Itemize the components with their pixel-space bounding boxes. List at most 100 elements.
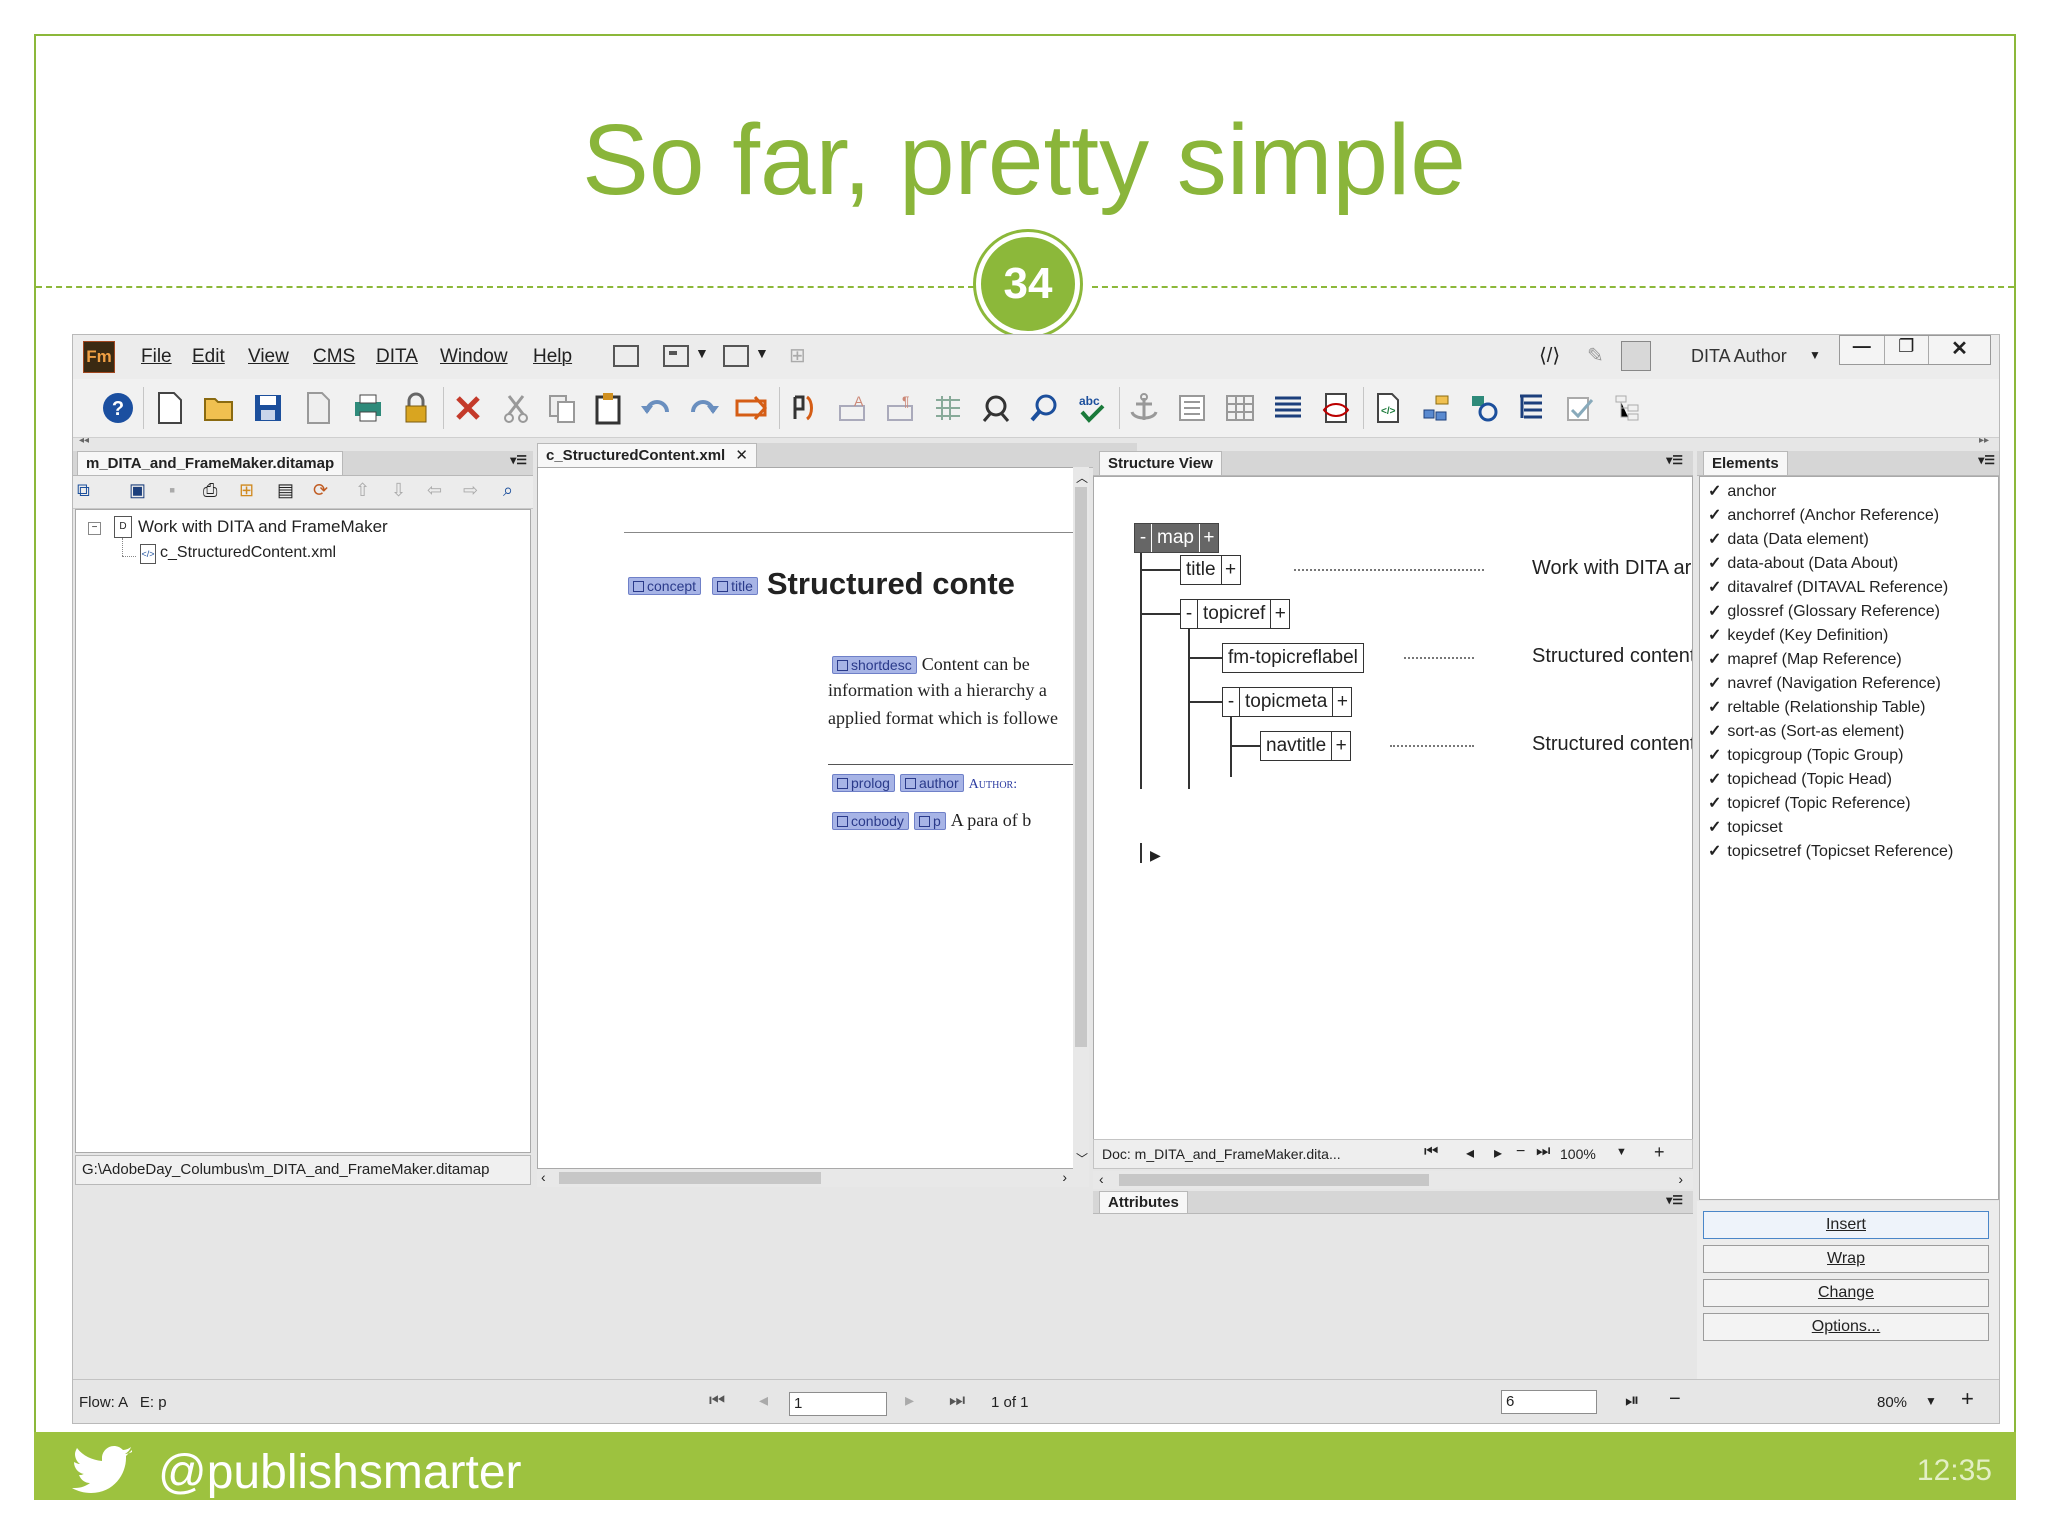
title-tag[interactable]: title [712, 577, 758, 595]
move-icon[interactable] [733, 389, 771, 427]
expand-icon[interactable]: + [1270, 600, 1289, 628]
menu-help[interactable]: Help [533, 346, 572, 368]
close-icon[interactable]: ✕ [735, 447, 748, 464]
screen-mode-icon[interactable] [723, 345, 749, 367]
options-button[interactable]: Options... [1703, 1313, 1989, 1341]
print-icon[interactable] [349, 389, 387, 427]
map-icon[interactable] [1417, 389, 1455, 427]
next-node-icon[interactable]: ▸ [1494, 1143, 1502, 1163]
tab-structure-view[interactable]: Structure View [1099, 451, 1222, 475]
element-item[interactable]: ✓ sort-as (Sort-as element) [1708, 721, 1904, 741]
para-format-icon[interactable]: ¶ [881, 389, 919, 427]
lock-icon[interactable] [397, 389, 435, 427]
tab-ditamap[interactable]: m_DITA_and_FrameMaker.ditamap [77, 451, 344, 475]
align-icon[interactable] [1269, 389, 1307, 427]
undo-icon[interactable] [637, 389, 675, 427]
collapse-icon[interactable]: - [1135, 524, 1152, 552]
char-format-icon[interactable]: A [833, 389, 871, 427]
xml-view-icon[interactable]: </> [1369, 389, 1407, 427]
tab-structured-content[interactable]: c_StructuredContent.xml ✕ [537, 443, 757, 467]
export-icon[interactable] [299, 389, 337, 427]
new-topic-icon[interactable]: ▤ [277, 480, 294, 501]
shortdesc-text-1[interactable]: Content can be [922, 654, 1030, 674]
horizontal-scroll-thumb[interactable] [559, 1172, 821, 1184]
pencil-icon[interactable]: ✎ [1587, 343, 1604, 368]
element-item[interactable]: ✓ data (Data element) [1708, 529, 1869, 549]
menu-window[interactable]: Window [440, 346, 508, 368]
element-item[interactable]: ✓ reltable (Relationship Table) [1708, 697, 1925, 717]
redo-icon[interactable] [685, 389, 723, 427]
last-page-icon[interactable]: ⏭ [949, 1390, 965, 1411]
prolog-tag[interactable]: prolog [832, 774, 895, 792]
conbody-tag[interactable]: conbody [832, 812, 909, 830]
element-item[interactable]: ✓ keydef (Key Definition) [1708, 625, 1888, 645]
p-tag[interactable]: p [913, 812, 946, 830]
table-insert-icon[interactable] [929, 389, 967, 427]
panel-menu-icon[interactable]: ▾☰ [1666, 453, 1683, 467]
move-right-icon[interactable]: ⇨ [463, 480, 478, 501]
document-heading[interactable]: Structured conte [767, 566, 1015, 601]
collapse-icon[interactable]: - [1223, 688, 1240, 716]
change-button[interactable]: Change [1703, 1279, 1989, 1307]
node-topicmeta[interactable]: - topicmeta + [1222, 687, 1353, 717]
zoom-out-icon[interactable]: − [1669, 1388, 1681, 1411]
tab-elements[interactable]: Elements [1703, 451, 1788, 475]
scroll-down-icon[interactable]: ﹀ [1076, 1150, 1088, 1167]
insert-button[interactable]: Insert [1703, 1211, 1989, 1239]
move-left-icon[interactable]: ⇦ [427, 480, 442, 501]
xml-code-icon[interactable]: ⟨/⟩ [1539, 343, 1560, 368]
scroll-right-icon[interactable]: › [1062, 1169, 1067, 1185]
document-view-icon[interactable] [1621, 341, 1651, 371]
panel-menu-icon[interactable]: ▾☰ [1978, 453, 1995, 467]
navtitle-text[interactable]: Structured content [1532, 733, 1692, 756]
node-topicref[interactable]: - topicref + [1180, 599, 1291, 629]
find-icon[interactable] [977, 389, 1015, 427]
element-item[interactable]: ✓ topicset [1708, 817, 1783, 837]
expand-icon[interactable]: + [1331, 732, 1350, 760]
element-item[interactable]: ✓ mapref (Map Reference) [1708, 649, 1902, 669]
delete-icon[interactable] [449, 389, 487, 427]
panel-menu-icon[interactable]: ▾☰ [510, 453, 527, 467]
element-item[interactable]: ✓ data-about (Data About) [1708, 553, 1898, 573]
horizontal-scroll-thumb[interactable] [1119, 1174, 1429, 1186]
structure-icon[interactable] [1513, 389, 1551, 427]
workspace-selector[interactable]: DITA Author [1691, 346, 1787, 367]
help-icon[interactable]: ? [99, 389, 137, 427]
zoom-find-icon[interactable] [1025, 389, 1063, 427]
collapse-icon[interactable]: − [88, 522, 101, 535]
element-item[interactable]: ✓ ditavalref (DITAVAL Reference) [1708, 577, 1948, 597]
menu-edit[interactable]: Edit [192, 346, 225, 368]
copy-icon[interactable] [543, 389, 581, 427]
concept-tag[interactable]: concept [628, 577, 702, 595]
minimize-icon[interactable]: — [1840, 336, 1884, 364]
author-value[interactable]: Author: [969, 777, 1017, 792]
label-text[interactable]: Structured content [1532, 645, 1692, 668]
cut-icon[interactable] [497, 389, 535, 427]
close-icon[interactable]: ✕ [1928, 336, 1990, 364]
pdf-icon[interactable] [1317, 389, 1355, 427]
move-up-icon[interactable]: ⇧ [355, 480, 370, 501]
spell-icon[interactable] [785, 389, 823, 427]
zoom-in-icon[interactable]: + [1961, 1386, 1974, 1412]
collapse-left-icon[interactable]: ◂◂ [79, 435, 89, 446]
element-item[interactable]: ✓ anchor [1708, 481, 1776, 501]
first-page-icon[interactable]: ⏮ [709, 1390, 725, 1411]
workspace-layout-icon[interactable] [663, 345, 689, 367]
element-item[interactable]: ✓ topicsetref (Topicset Reference) [1708, 841, 1953, 861]
collapse-right-icon[interactable]: ▸▸ [1979, 435, 1989, 446]
element-item[interactable]: ✓ glossref (Glossary Reference) [1708, 601, 1940, 621]
go-to-page-icon[interactable]: ⏯ [1625, 1390, 1639, 1411]
element-item[interactable]: ✓ topichead (Topic Head) [1708, 769, 1892, 789]
last-node-icon[interactable]: ⏭ [1536, 1143, 1550, 1161]
structure-horizontal-scrollbar[interactable]: ‹ › [1093, 1171, 1693, 1189]
document-vertical-scrollbar[interactable]: ︿ ﹀ [1073, 467, 1089, 1169]
chevron-down-icon[interactable]: ▼ [1616, 1146, 1627, 1158]
scroll-thumb[interactable] [1075, 487, 1087, 1047]
menu-dita[interactable]: DITA [376, 346, 418, 368]
shortdesc-text-2[interactable]: information with a hierarchy a [828, 680, 1047, 701]
chevron-down-icon[interactable]: ▼ [695, 345, 709, 361]
zoom-level[interactable]: 80% [1877, 1394, 1907, 1411]
link-icon[interactable] [1465, 389, 1503, 427]
scroll-left-icon[interactable]: ‹ [1099, 1171, 1104, 1187]
move-down-icon[interactable]: ⇩ [391, 480, 406, 501]
